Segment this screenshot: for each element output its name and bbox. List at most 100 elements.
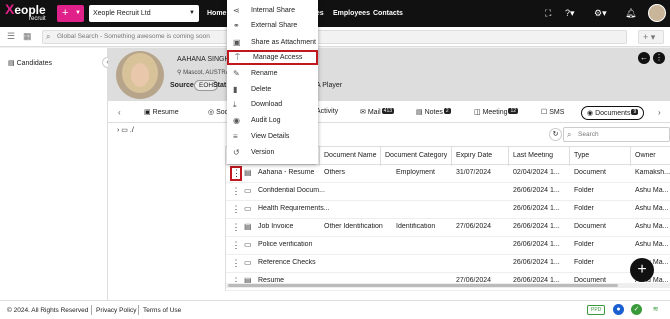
trash-icon: ▮ <box>233 85 238 94</box>
menu-item-delete[interactable]: ▮ Delete <box>227 82 318 97</box>
column-header[interactable]: Owner <box>635 152 656 159</box>
list-view-icon[interactable]: ☰ <box>7 31 15 42</box>
documents-table: Document Name Document Category Expiry D… <box>225 146 670 291</box>
menu-item-download[interactable]: ⤓ Download <box>227 97 318 112</box>
edit-icon: ✎ <box>233 69 240 78</box>
menu-item-share-as-attachment[interactable]: ▣ Share as Attachment <box>227 35 318 50</box>
row-actions-icon[interactable]: ⋮ <box>230 220 242 235</box>
table-row[interactable]: ⋮ ▭ Confidential Docum... 26/06/2024 1... Fo… <box>226 183 670 201</box>
logo[interactable]: Xeople recruit <box>5 1 46 22</box>
logo-x: X <box>5 1 15 17</box>
company-select[interactable]: Xeople Recruit Ltd ▼ <box>89 5 199 22</box>
tab-mail[interactable]: ✉ Mail 413 <box>360 108 395 116</box>
file-icon: ▤ <box>244 222 252 231</box>
tab-notes[interactable]: ▤ Notes 2 <box>416 108 451 116</box>
social-icon: ◎ <box>208 109 215 116</box>
row-actions-icon[interactable]: ⋮ <box>230 166 242 181</box>
menu-item-version[interactable]: ↺ Version <box>227 145 318 160</box>
tab-sms[interactable]: ☐ SMS <box>541 108 564 116</box>
notes-icon: ▤ <box>416 109 423 116</box>
fullscreen-icon[interactable]: ⛶ <box>545 7 551 19</box>
table-cell: Document <box>574 223 606 230</box>
column-header[interactable]: Type <box>574 152 589 159</box>
table-row[interactable]: ⋮ ▭ Health Requirements... 26/06/2024 1... F… <box>226 201 670 219</box>
table-row[interactable]: ⋮ ▤ Job Invoice Other Identification Identif… <box>226 219 670 237</box>
tab-documents[interactable]: ◉ Documents 9 <box>581 106 645 120</box>
table-cell: Employment <box>396 169 435 176</box>
horizontal-scrollbar[interactable] <box>226 283 670 288</box>
more-options-icon[interactable]: ⋮ <box>653 52 665 64</box>
column-header[interactable]: Last Meeting <box>513 152 553 159</box>
table-cell: Folder <box>574 205 594 212</box>
gear-icon[interactable]: ⚙▾ <box>594 7 607 19</box>
mail-count-badge: 413 <box>381 108 395 114</box>
table-cell: Health Requirements... <box>258 205 330 212</box>
top-bar: Xeople recruit + ▼ Xeople Recruit Ltd ▼ … <box>0 0 670 27</box>
sidebar-item-candidates[interactable]: ▤ Candidates <box>8 59 52 67</box>
table-row[interactable]: ⋮▭Reference Checks26/06/2024 1...FolderA… <box>226 255 670 273</box>
nav-employees[interactable]: Employees <box>333 0 370 27</box>
column-header[interactable]: Document Category <box>385 152 447 159</box>
menu-item-label: External Share <box>251 22 298 29</box>
nav-contacts[interactable]: Contacts <box>373 0 403 27</box>
quick-add-button[interactable]: + ▾ <box>638 30 664 44</box>
table-cell: Kamaksh... <box>635 169 670 176</box>
document-search-input[interactable]: ⌕ Search <box>563 127 670 142</box>
meeting-count-badge: 12 <box>508 108 519 114</box>
table-cell: Folder <box>574 259 594 266</box>
table-row[interactable]: ⋮ ▤ Resume 27/06/2024 26/06/2024 1... Documen… <box>226 273 670 291</box>
folder-icon: ▭ <box>244 186 252 195</box>
nav-home[interactable]: Home <box>207 0 226 27</box>
file-icon: ▤ <box>244 168 252 177</box>
source-label: Source <box>170 82 194 89</box>
table-cell: 26/06/2024 1... <box>513 205 560 212</box>
footer: © 2024. All Rights Reserved Privacy Poli… <box>0 300 670 319</box>
link-icon: ⚭ <box>233 21 240 30</box>
user-icon[interactable]: ● <box>613 304 624 315</box>
row-actions-icon[interactable]: ⋮ <box>230 238 242 253</box>
column-header[interactable]: Expiry Date <box>456 152 492 159</box>
table-row[interactable]: ⋮ ▤ Aahana - Resume Others Employment 31/07/2… <box>226 165 670 183</box>
tab-resume[interactable]: ▣ Resume <box>144 108 179 116</box>
table-cell: Folder <box>574 241 594 248</box>
add-button[interactable]: + ▼ <box>57 5 84 22</box>
row-actions-icon[interactable]: ⋮ <box>230 202 242 217</box>
table-cell: Ashu Ma... <box>635 187 669 194</box>
table-cell: Confidential Docum... <box>258 187 325 194</box>
tab-activity[interactable]: Activity <box>316 108 338 115</box>
privacy-policy-link[interactable]: Privacy Policy <box>96 307 136 314</box>
tab-meeting[interactable]: ◫ Meeting 12 <box>474 108 519 116</box>
menu-item-internal-share[interactable]: ⋖ Internal Share <box>227 3 318 18</box>
folder-tree-root[interactable]: › ▭ ./ <box>117 126 134 134</box>
table-cell: Other Identification <box>324 223 383 230</box>
table-cell: Folder <box>574 187 594 194</box>
menu-item-rename[interactable]: ✎ Rename <box>227 66 318 81</box>
tabs-prev-arrow-icon[interactable]: ‹ <box>118 108 121 117</box>
avatar[interactable] <box>648 4 666 22</box>
chevron-down-icon: ▼ <box>189 10 195 16</box>
check-icon[interactable]: ✓ <box>631 304 642 315</box>
chevron-right-icon: › <box>117 127 120 134</box>
floating-add-button[interactable]: + <box>630 258 654 282</box>
table-row[interactable]: ⋮ ▭ Police verification 26/06/2024 1... Fold… <box>226 237 670 255</box>
tabs-next-arrow-icon[interactable]: › <box>658 108 661 117</box>
menu-item-external-share[interactable]: ⚭ External Share <box>227 18 318 33</box>
column-header[interactable]: Document Name <box>324 152 377 159</box>
copyright: © 2024. All Rights Reserved <box>7 307 89 314</box>
menu-item-manage-access[interactable]: ⍑ Manage Access <box>227 50 318 65</box>
table-cell: Police verification <box>258 241 313 248</box>
menu-item-audit-log[interactable]: ◉ Audit Log <box>227 113 318 128</box>
global-search-input[interactable]: ⌕ Global Search - Something awesome is c… <box>42 30 627 44</box>
grid-view-icon[interactable]: ▦ <box>23 31 32 42</box>
refresh-icon[interactable]: ↻ <box>549 128 562 141</box>
plus-icon: + <box>643 32 649 42</box>
row-actions-icon[interactable]: ⋮ <box>230 184 242 199</box>
help-icon[interactable]: ?▾ <box>565 7 575 19</box>
main-content: ‹ ▣ Resume ◎ Soci... Activity ✉ Mail 413 … <box>108 101 670 300</box>
bell-icon[interactable]: 🔔︎ <box>625 7 636 19</box>
table-cell: Identification <box>396 223 436 230</box>
back-arrow-icon[interactable]: ← <box>638 52 650 64</box>
menu-item-view-details[interactable]: ≡ View Details <box>227 129 318 144</box>
terms-of-use-link[interactable]: Terms of Use <box>143 307 181 314</box>
row-actions-icon[interactable]: ⋮ <box>230 256 242 271</box>
